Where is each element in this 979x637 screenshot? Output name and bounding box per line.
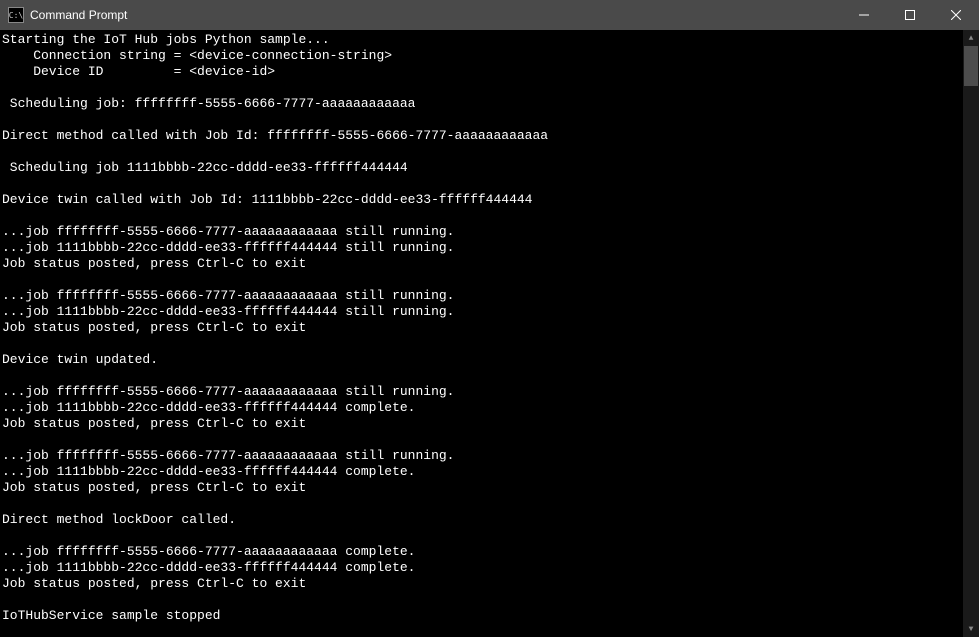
minimize-icon	[859, 10, 869, 20]
window-controls	[841, 0, 979, 30]
maximize-button[interactable]	[887, 0, 933, 30]
vertical-scrollbar[interactable]: ▲ ▼	[963, 30, 979, 637]
titlebar[interactable]: C:\ Command Prompt	[0, 0, 979, 30]
scroll-up-arrow-icon[interactable]: ▲	[963, 30, 979, 46]
close-button[interactable]	[933, 0, 979, 30]
app-icon: C:\	[8, 7, 24, 23]
close-icon	[951, 10, 961, 20]
minimize-button[interactable]	[841, 0, 887, 30]
window-title: Command Prompt	[30, 8, 841, 22]
console-area[interactable]: Starting the IoT Hub jobs Python sample.…	[0, 30, 979, 637]
console-output: Starting the IoT Hub jobs Python sample.…	[0, 30, 963, 637]
scroll-down-arrow-icon[interactable]: ▼	[963, 621, 979, 637]
scroll-thumb[interactable]	[964, 46, 978, 86]
maximize-icon	[905, 10, 915, 20]
